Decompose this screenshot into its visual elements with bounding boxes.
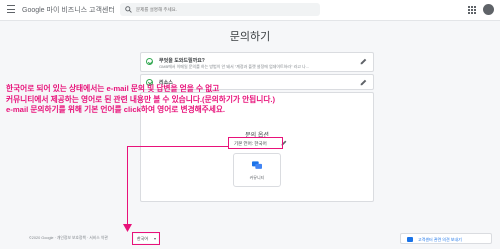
help-topic-card[interactable]: 무엇을 도와드릴까요? GMB에서 이메일 문의를 하는 방법이 안 돼서 "계… (140, 52, 374, 72)
feedback-icon (407, 236, 413, 242)
check-circle-icon (146, 58, 153, 65)
channel-label: 커뮤니티 (249, 175, 265, 180)
top-bar: Google 마이 비즈니스 고객센터 (0, 0, 500, 21)
search-icon (125, 6, 132, 13)
chat-bubble-icon (252, 161, 262, 169)
feedback-button-label: 고객센터 관련 의견 보내기 (418, 236, 462, 242)
annotation-line: 한국어로 되어 있는 상태에서는 e-mail 문의 및 답변을 얻을 수 없고 (6, 84, 220, 93)
arrow-down-icon (123, 224, 132, 232)
card-title: 무엇을 도와드릴까요? (159, 57, 205, 64)
apps-grid-icon[interactable] (468, 6, 476, 14)
language-select-highlight-box (132, 232, 160, 245)
annotation-text: 한국어로 되어 있는 상태에서는 e-mail 문의 및 답변을 얻을 수 없고… (6, 84, 500, 116)
brand-title[interactable]: Google 마이 비즈니스 고객센터 (22, 5, 115, 15)
menu-icon[interactable] (7, 5, 15, 14)
feedback-button[interactable]: 고객센터 관련 의견 보내기 (400, 233, 492, 244)
annotation-connector-line (127, 146, 129, 226)
annotation-line: e-mail 문의하기를 위해 기본 언어를 click하여 영어로 변경해주세… (6, 105, 226, 114)
annotation-line: 커뮤니티에서 제공하는 영어로 된 관련 내용만 볼 수 있습니다.(문의하기가… (6, 94, 276, 104)
annotation-connector-line (127, 146, 228, 148)
page-title: 문의하기 (229, 31, 271, 43)
search-box[interactable] (120, 3, 320, 16)
community-channel-option[interactable]: 커뮤니티 (233, 153, 281, 187)
edit-pencil-icon[interactable] (360, 58, 367, 65)
search-input[interactable] (136, 5, 316, 14)
language-highlight-box (228, 137, 283, 149)
footer-links[interactable]: ©2020 Google · 개인정보 보호정책 · 서비스 약관 (29, 236, 108, 241)
card-subtitle: GMB에서 이메일 문의를 하는 방법이 안 돼서 "계정과 플랫 설정에 업데… (159, 63, 310, 69)
avatar[interactable] (483, 4, 494, 15)
